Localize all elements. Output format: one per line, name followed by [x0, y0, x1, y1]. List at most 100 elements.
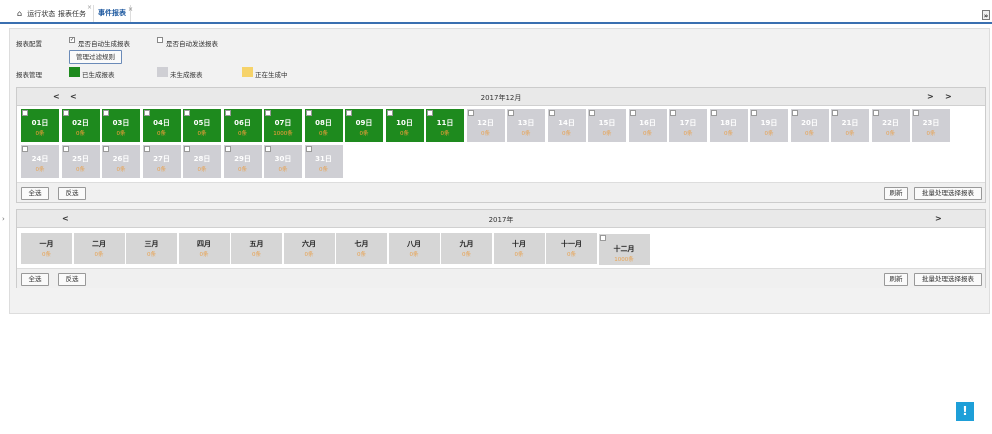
day-checkbox[interactable] — [832, 110, 838, 116]
day-cell[interactable]: 25日 0条 — [61, 145, 100, 178]
month-cell[interactable]: 四月 0条 — [178, 233, 230, 264]
day-cell[interactable]: 10日 0条 — [385, 109, 424, 142]
day-cell[interactable]: 26日 0条 — [102, 145, 140, 178]
month-cell[interactable]: 五月 0条 — [231, 233, 282, 264]
collapse-toggle-icon[interactable]: » — [982, 10, 990, 20]
day-checkbox[interactable] — [508, 110, 514, 116]
day-checkbox[interactable] — [751, 110, 757, 116]
day-checkbox[interactable] — [467, 110, 474, 116]
day-checkbox[interactable] — [143, 146, 150, 152]
day-checkbox[interactable] — [305, 110, 312, 116]
day-checkbox[interactable] — [184, 110, 190, 116]
day-cell[interactable]: 21日 0条 — [831, 109, 869, 142]
day-checkbox[interactable] — [305, 146, 312, 152]
day-cell[interactable]: 15日 0条 — [588, 109, 626, 142]
day-cell[interactable]: 13日 0条 — [507, 109, 545, 142]
day-checkbox[interactable] — [548, 110, 555, 116]
auto-send-checkbox[interactable] — [157, 37, 163, 43]
select-all-button[interactable]: 全选 — [21, 187, 49, 200]
sidebar-expand-icon[interactable]: › — [2, 215, 5, 223]
month-cell[interactable]: 十一月 0条 — [546, 233, 597, 264]
day-checkbox[interactable] — [265, 146, 271, 152]
day-cell[interactable]: 20日 0条 — [790, 109, 829, 142]
next-month-button[interactable]: > — [927, 92, 934, 101]
month-cell[interactable]: 十二月 1000条 — [598, 234, 650, 265]
day-cell[interactable]: 11日 0条 — [426, 109, 464, 142]
day-checkbox[interactable] — [184, 146, 190, 152]
day-checkbox[interactable] — [62, 146, 69, 152]
day-checkbox[interactable] — [103, 110, 109, 116]
day-checkbox[interactable] — [224, 110, 231, 116]
day-checkbox[interactable] — [791, 110, 798, 116]
batch-process-button[interactable]: 批量处理选择报表 — [914, 273, 982, 286]
day-checkbox[interactable] — [224, 146, 231, 152]
month-cell[interactable]: 二月 0条 — [73, 233, 125, 264]
day-checkbox[interactable] — [670, 110, 676, 116]
day-checkbox[interactable] — [265, 110, 271, 116]
day-cell[interactable]: 05日 0条 — [183, 109, 221, 142]
month-cell[interactable]: 九月 0条 — [441, 233, 492, 264]
refresh-button[interactable]: 刷新 — [884, 273, 908, 286]
day-checkbox[interactable] — [872, 110, 879, 116]
refresh-button[interactable]: 刷新 — [884, 187, 908, 200]
day-cell[interactable]: 18日 0条 — [709, 109, 748, 142]
tab-event-report[interactable]: 事件报表 × — [93, 5, 133, 22]
select-all-button[interactable]: 全选 — [21, 273, 49, 286]
next-year-button[interactable]: > — [945, 92, 952, 101]
day-checkbox[interactable] — [427, 110, 433, 116]
day-count: 0条 — [319, 131, 328, 137]
tab-report-task[interactable]: 报表任务 × — [58, 4, 92, 21]
day-cell[interactable]: 09日 0条 — [345, 109, 383, 142]
auto-generate-checkbox[interactable]: ✓ — [69, 37, 75, 43]
day-cell[interactable]: 30日 0条 — [264, 145, 302, 178]
day-count: 0条 — [562, 131, 571, 137]
next-year-button[interactable]: > — [935, 214, 942, 223]
day-checkbox[interactable] — [386, 110, 393, 116]
tab-run-status[interactable]: ⌂ 运行状态 — [17, 7, 55, 21]
day-cell[interactable]: 01日 0条 — [21, 109, 59, 142]
help-button[interactable]: ! — [956, 402, 974, 421]
day-cell[interactable]: 24日 0条 — [21, 145, 59, 178]
close-icon[interactable]: × — [128, 1, 133, 18]
day-cell[interactable]: 19日 0条 — [750, 109, 788, 142]
day-cell[interactable]: 08日 0条 — [304, 109, 343, 142]
batch-process-button[interactable]: 批量处理选择报表 — [914, 187, 982, 200]
day-cell[interactable]: 03日 0条 — [102, 109, 140, 142]
day-checkbox[interactable] — [629, 110, 636, 116]
month-checkbox[interactable] — [599, 235, 606, 241]
day-checkbox[interactable] — [346, 110, 352, 116]
day-cell[interactable]: 29日 0条 — [223, 145, 262, 178]
day-checkbox[interactable] — [103, 146, 109, 152]
day-cell[interactable]: 23日 0条 — [912, 109, 950, 142]
month-cell[interactable]: 六月 0条 — [283, 233, 335, 264]
day-cell[interactable]: 16日 0条 — [628, 109, 667, 142]
manage-filter-button[interactable]: 管理过滤规则 — [69, 50, 122, 64]
close-icon[interactable]: × — [87, 1, 92, 15]
day-checkbox[interactable] — [143, 110, 150, 116]
month-cell[interactable]: 三月 0条 — [126, 233, 177, 264]
day-cell[interactable]: 14日 0条 — [547, 109, 586, 142]
month-cell[interactable]: 八月 0条 — [388, 233, 440, 264]
month-cell[interactable]: 十月 0条 — [493, 233, 545, 264]
day-label: 15日 — [598, 119, 616, 127]
day-cell[interactable]: 04日 0条 — [142, 109, 181, 142]
day-cell[interactable]: 27日 0条 — [142, 145, 181, 178]
month-cell[interactable]: 一月 0条 — [21, 233, 72, 264]
day-checkbox[interactable] — [22, 110, 28, 116]
day-cell[interactable]: 28日 0条 — [183, 145, 221, 178]
day-checkbox[interactable] — [710, 110, 717, 116]
day-cell[interactable]: 02日 0条 — [61, 109, 100, 142]
day-cell[interactable]: 06日 0条 — [223, 109, 262, 142]
day-checkbox[interactable] — [589, 110, 595, 116]
day-cell[interactable]: 22日 0条 — [871, 109, 910, 142]
day-cell[interactable]: 17日 0条 — [669, 109, 707, 142]
day-checkbox[interactable] — [62, 110, 69, 116]
day-cell[interactable]: 31日 0条 — [304, 145, 343, 178]
day-cell[interactable]: 07日 1000条 — [264, 109, 302, 142]
invert-selection-button[interactable]: 反选 — [58, 273, 86, 286]
month-cell[interactable]: 七月 0条 — [336, 233, 387, 264]
day-cell[interactable]: 12日 0条 — [466, 109, 505, 142]
invert-selection-button[interactable]: 反选 — [58, 187, 86, 200]
day-checkbox[interactable] — [913, 110, 919, 116]
day-checkbox[interactable] — [22, 146, 28, 152]
